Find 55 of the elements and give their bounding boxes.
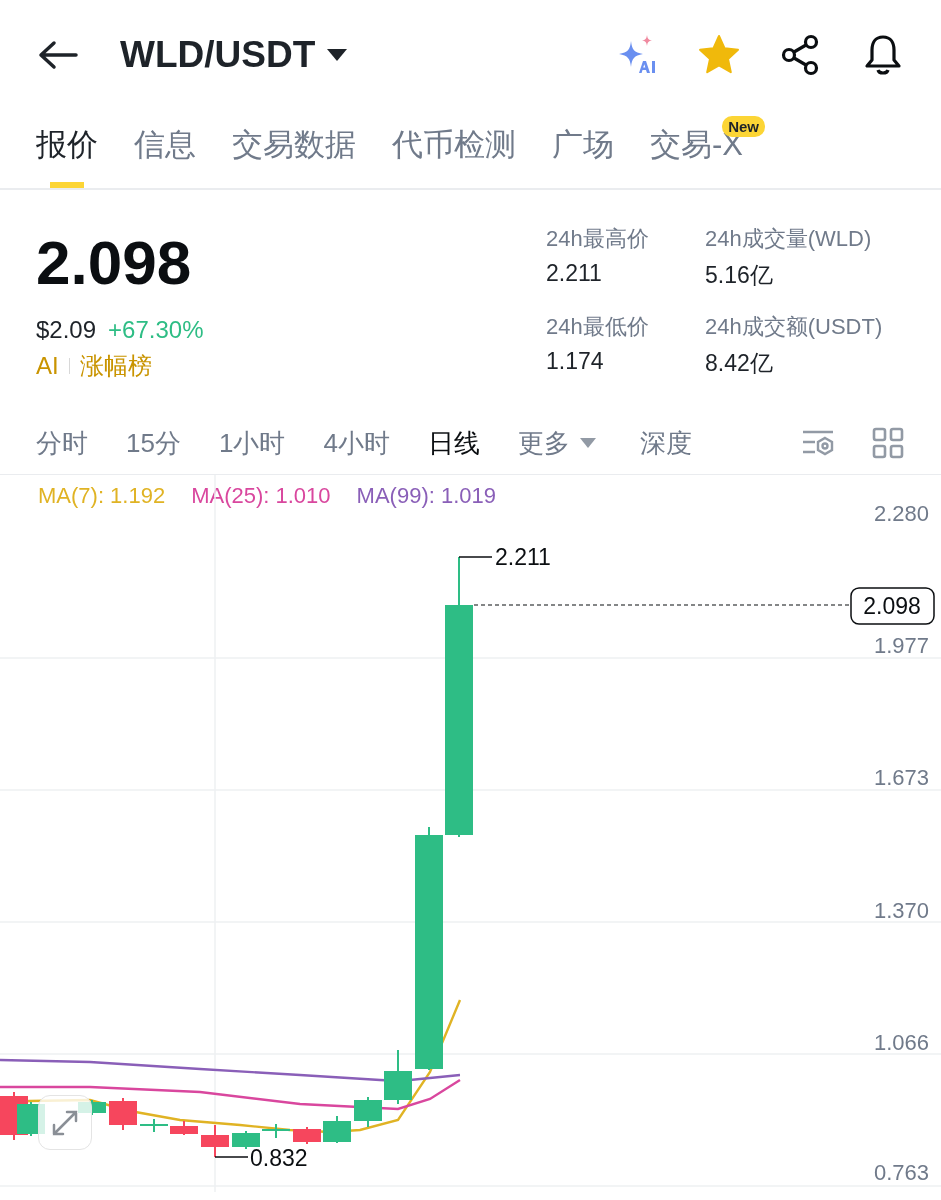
interval-tab[interactable]: 更多 xyxy=(517,425,596,461)
back-icon[interactable] xyxy=(38,40,78,70)
interval-tab[interactable]: 深度 xyxy=(639,425,692,461)
stat-value: 5.16亿 xyxy=(705,261,774,290)
tab[interactable]: 广场 xyxy=(552,110,614,188)
interval-tab[interactable]: 分时 xyxy=(36,425,88,461)
candlestick xyxy=(232,1130,260,1150)
leader-line xyxy=(458,556,493,558)
stat-value: 1.174 xyxy=(546,348,605,375)
price-axis-label: 0.763 xyxy=(873,1160,929,1185)
grid-icon[interactable] xyxy=(871,426,905,460)
interval-tab[interactable]: 日线 xyxy=(427,425,480,461)
candlestick xyxy=(384,1049,412,1105)
price-axis-label: 1.673 xyxy=(873,765,929,790)
stat-label: 24h最低价 xyxy=(546,313,650,341)
stat-label: 24h成交额(USDT) xyxy=(705,313,884,341)
price-axis-label: 1.977 xyxy=(873,633,929,658)
ai-label: AI xyxy=(36,352,59,380)
candlestick xyxy=(109,1097,137,1131)
price-change: +67.30% xyxy=(108,316,204,344)
moving-average-label: MA(99): 1.019 xyxy=(356,483,496,510)
price-axis-label: 2.280 xyxy=(873,501,929,526)
interval-tab[interactable]: 15分 xyxy=(126,425,181,461)
tab[interactable]: 交易数据 xyxy=(232,110,356,188)
leader-line xyxy=(214,1156,249,1158)
moving-average-label: MA(7): 1.192 xyxy=(38,483,166,510)
moving-average-label: MA(25): 1.010 xyxy=(191,483,331,510)
candlestick xyxy=(354,1096,382,1128)
tab[interactable]: 代币检测 xyxy=(392,110,516,188)
interval-tab[interactable]: 4小时 xyxy=(323,425,390,461)
tab[interactable]: 信息 xyxy=(134,110,196,188)
last-price: 2.098 xyxy=(36,232,193,294)
candlestick xyxy=(293,1126,321,1145)
candlestick xyxy=(323,1115,351,1144)
stat-value: 2.211 xyxy=(546,260,603,287)
caret-icon[interactable] xyxy=(327,49,348,61)
high-price-label: 2.211 xyxy=(495,544,551,570)
candlestick xyxy=(262,1123,290,1139)
candlestick xyxy=(170,1120,198,1136)
gainers-tag[interactable]: 涨幅榜 xyxy=(79,350,152,382)
pair-title[interactable]: WLD/USDT xyxy=(120,34,316,76)
price-axis-label: 1.066 xyxy=(873,1030,929,1055)
usd-price: $2.09 xyxy=(36,316,97,344)
candlestick xyxy=(201,1124,229,1158)
stat-label: 24h成交量(WLD) xyxy=(705,225,873,253)
price-axis-label: 1.370 xyxy=(873,898,929,923)
interval-tab[interactable]: 1小时 xyxy=(218,425,286,461)
low-price-label: 0.832 xyxy=(250,1145,308,1171)
stat-value: 8.42亿 xyxy=(705,349,774,378)
caret-icon xyxy=(579,438,596,448)
current-price-tag: 2.098 xyxy=(850,587,935,625)
tab[interactable]: 报价 xyxy=(36,110,98,188)
stat-label: 24h最高价 xyxy=(546,225,650,253)
expand-button[interactable] xyxy=(38,1095,92,1150)
candlestick xyxy=(140,1118,168,1133)
